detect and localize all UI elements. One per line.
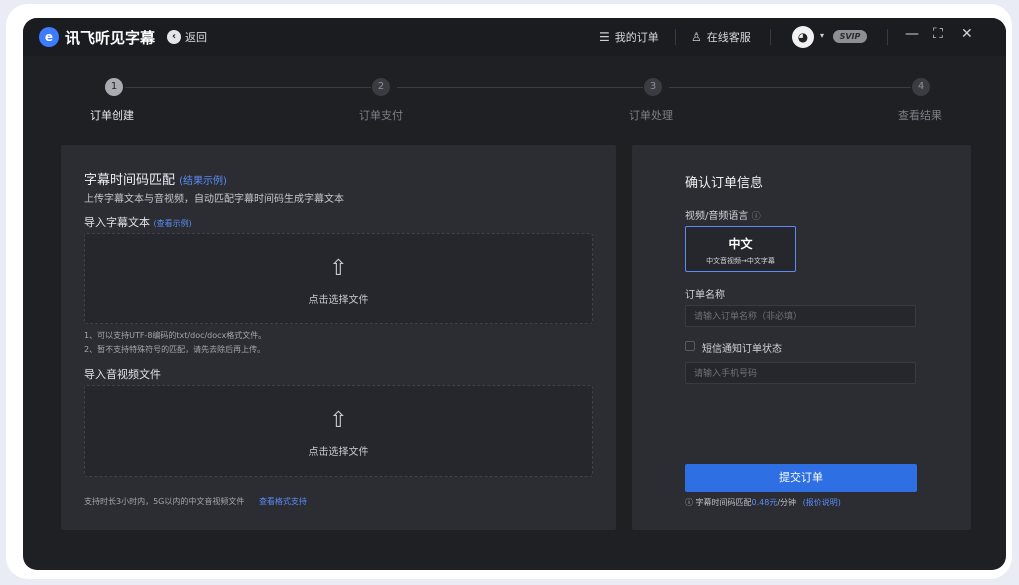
step-2-label: 订单支付 [359,109,403,122]
app-window: e 讯飞听见字幕 ‹ 返回 ☰ 我的订单 ♙ 在线客服 ◕ ▾ SVIP — ⛶… [23,18,1006,570]
language-label-text: 视频/音频语言 [685,211,749,222]
order-name-input[interactable]: 请输入订单名称（非必填） [685,305,916,327]
close-icon[interactable]: ✕ [961,26,973,42]
app-logo-icon: e [39,27,59,47]
back-button[interactable]: ‹ 返回 [167,28,207,46]
language-label: 视频/音频语言 ⓘ [685,207,761,222]
panel-title: 字幕时间码匹配 (结果示例) [84,169,227,188]
divider [887,29,888,45]
help-icon[interactable]: ⓘ [752,212,761,222]
price-suffix: /分钟 [777,498,797,507]
language-main: 中文 [728,237,753,251]
support-note: 支持时长3小时内，5G以内的中文音视频文件 查看格式支持 [84,496,307,507]
info-icon: ⓘ [685,498,693,507]
online-support-label: 在线客服 [706,31,751,44]
import-av-label: 导入音视频文件 [84,368,161,381]
step-connector [125,87,371,88]
price-explanation-link[interactable]: (报价说明) [803,498,841,507]
import-subtitle-text: 导入字幕文本 [84,216,150,229]
step-4-number: 4 [912,78,930,96]
svip-badge: SVIP [833,30,867,43]
view-example-link[interactable]: (查看示例) [154,219,192,228]
price-value: 0.48元 [751,498,778,507]
sms-checkbox[interactable] [685,341,695,351]
price-note: ⓘ 字幕时间码匹配0.48元/分钟 (报价说明) [685,497,841,508]
import-subtitle-label: 导入字幕文本 (查看示例) [84,214,192,230]
app-title: 讯飞听见字幕 [65,29,156,47]
avatar[interactable]: ◕ [792,26,814,48]
av-upload-area[interactable]: ⇧ 点击选择文件 [84,385,593,477]
result-example-link[interactable]: (结果示例) [179,176,227,187]
cloud-upload-icon: ⇧ [329,256,348,281]
orders-list-icon: ☰ [599,30,610,44]
cloud-upload-icon: ⇧ [329,408,348,433]
step-connector [669,87,911,88]
upload-text: 点击选择文件 [308,295,369,306]
back-arrow-icon: ‹ [167,30,181,44]
my-orders-label: 我的订单 [614,31,659,44]
language-option-chinese[interactable]: 中文 中文音视频→中文字幕 [685,226,796,272]
format-note-1: 1、可以支持UTF-8编码的txt/doc/docx格式文件。 [84,331,267,340]
step-2-number: 2 [372,78,390,96]
step-connector [397,87,643,88]
order-info-title: 确认订单信息 [685,176,764,191]
format-support-link[interactable]: 查看格式支持 [259,497,307,506]
panel-subtitle: 上传字幕文本与音视频，自动匹配字幕时间码生成字幕文本 [84,194,344,205]
step-3-label: 订单处理 [629,109,673,122]
user-icon: ♙ [691,30,702,44]
order-name-label: 订单名称 [685,290,725,301]
upload-panel: 字幕时间码匹配 (结果示例) 上传字幕文本与音视频，自动匹配字幕时间码生成字幕文… [61,145,616,530]
window-frame: e 讯飞听见字幕 ‹ 返回 ☰ 我的订单 ♙ 在线客服 ◕ ▾ SVIP — ⛶… [6,4,1012,579]
order-info-panel: 确认订单信息 视频/音频语言 ⓘ 中文 中文音视频→中文字幕 订单名称 请输入订… [632,145,971,530]
step-4-label: 查看结果 [898,109,942,122]
sms-label: 短信通知订单状态 [702,344,782,355]
format-note-2: 2、暂不支持特殊符号的匹配，请先去除后再上传。 [84,345,266,354]
my-orders-button[interactable]: ☰ 我的订单 [599,29,659,45]
online-support-button[interactable]: ♙ 在线客服 [691,29,751,45]
submit-order-button[interactable]: 提交订单 [685,464,917,492]
step-3-number: 3 [644,78,662,96]
price-prefix: 字幕时间码匹配 [695,498,752,507]
panel-title-text: 字幕时间码匹配 [84,173,176,188]
upload-av-text: 点击选择文件 [308,447,369,458]
divider [675,29,676,45]
chevron-down-icon[interactable]: ▾ [820,31,824,40]
back-label: 返回 [185,31,207,44]
title-bar: e 讯飞听见字幕 ‹ 返回 ☰ 我的订单 ♙ 在线客服 ◕ ▾ SVIP — ⛶… [23,18,1006,56]
minimize-icon[interactable]: — [905,26,919,42]
divider [770,29,771,45]
maximize-icon[interactable]: ⛶ [933,26,943,42]
subtitle-upload-area[interactable]: ⇧ 点击选择文件 [84,233,593,324]
step-1-number: 1 [105,78,123,96]
language-sub: 中文音视频→中文字幕 [706,257,775,265]
step-1-label: 订单创建 [90,109,134,122]
support-note-text: 支持时长3小时内，5G以内的中文音视频文件 [84,497,245,506]
phone-input[interactable]: 请输入手机号码 [685,362,916,384]
